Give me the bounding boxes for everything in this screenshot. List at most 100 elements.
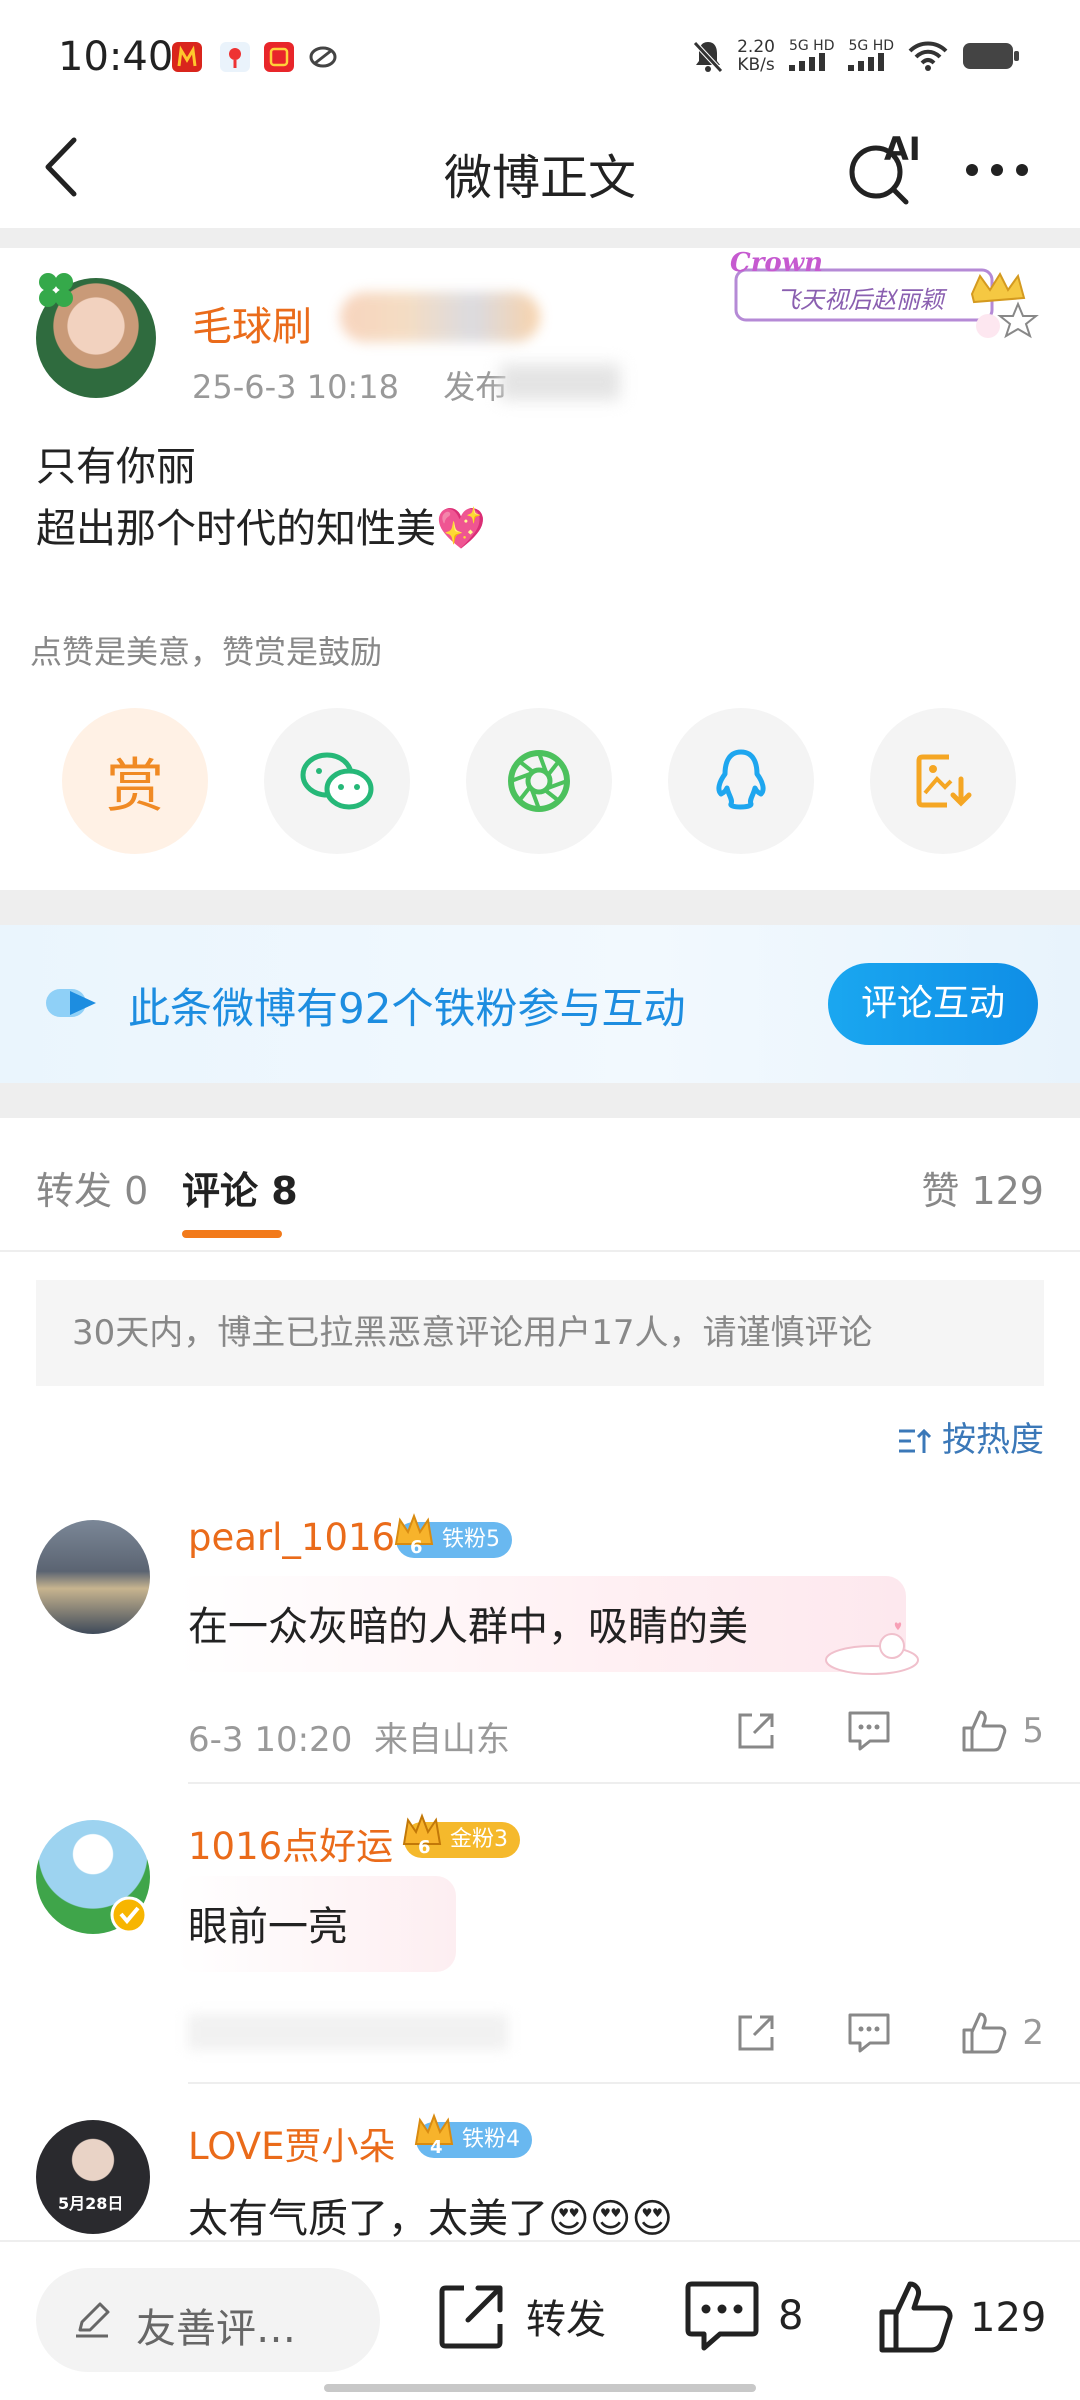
like-button[interactable]: 129 bbox=[876, 2278, 1046, 2358]
repost-icon[interactable] bbox=[734, 2011, 778, 2055]
comment-icon bbox=[685, 2281, 759, 2351]
blocked-users-notice: 30天内，博主已拉黑恶意评论用户17人，请谨慎评论 bbox=[36, 1280, 1044, 1386]
badge-level: 4 bbox=[430, 2137, 443, 2158]
clover-decoration-icon bbox=[39, 273, 73, 307]
separator bbox=[0, 890, 1080, 925]
comment-interact-button[interactable]: 评论互动 bbox=[828, 963, 1038, 1045]
blurred-meta-area bbox=[188, 2014, 508, 2050]
post-body: 只有你丽 超出那个时代的知性美💖 bbox=[36, 436, 486, 560]
fan-badge[interactable]: 4 铁粉4 bbox=[414, 2113, 532, 2158]
reply-icon[interactable] bbox=[846, 2011, 892, 2055]
separator bbox=[0, 228, 1080, 248]
save-image-icon bbox=[916, 754, 972, 808]
reward-hint: 点赞是美意，赞赏是鼓励 bbox=[30, 633, 383, 671]
wifi-icon bbox=[908, 41, 948, 71]
more-options-button[interactable] bbox=[962, 150, 1032, 190]
comment-divider bbox=[188, 1782, 1080, 1784]
sim1-label: 5G HD bbox=[788, 37, 835, 54]
like-icon[interactable] bbox=[960, 2010, 1008, 2056]
post-publish-prefix: 发布 bbox=[443, 368, 508, 406]
commenter-avatar[interactable]: 5月28日 bbox=[36, 2120, 150, 2234]
net-speed-unit: KB/s bbox=[737, 55, 775, 75]
status-time: 10:40 bbox=[58, 34, 174, 80]
like-count: 129 bbox=[970, 2295, 1047, 2341]
blurred-name-area bbox=[340, 292, 540, 342]
repost-icon[interactable] bbox=[734, 1709, 778, 1753]
repost-label: 转发 bbox=[526, 2297, 606, 2343]
network-speed: 2.20 KB/s bbox=[737, 38, 775, 74]
commenter-name[interactable]: LOVE贾小朵 bbox=[188, 2116, 395, 2170]
toggle-arrow-icon bbox=[46, 989, 96, 1017]
share-wechat-button[interactable] bbox=[264, 708, 410, 854]
browser-app-icon bbox=[308, 42, 338, 72]
status-bar: 10:40 2.20 KB/s 5G HD 5G HD bbox=[0, 0, 1080, 110]
signal-bars-icon bbox=[788, 52, 825, 71]
qq-icon bbox=[716, 749, 766, 810]
comment-button[interactable]: 8 bbox=[682, 2278, 803, 2354]
bottom-action-bar: 友善评… 转发 8 129 bbox=[0, 2240, 1080, 2400]
battery-icon bbox=[963, 43, 1019, 69]
moments-icon bbox=[508, 750, 570, 812]
commenter-name[interactable]: 1016点好运 bbox=[188, 1816, 393, 1870]
fan-badge[interactable]: 6 铁粉5 bbox=[394, 1513, 512, 1558]
comment-meta: 6-3 10:20 来自山东 bbox=[188, 1720, 510, 1760]
pen-icon bbox=[76, 2302, 110, 2338]
wechat-icon bbox=[300, 752, 374, 810]
separator bbox=[0, 1083, 1080, 1118]
reward-button[interactable]: 赏 bbox=[62, 708, 208, 854]
tab-repost[interactable]: 转发 0 bbox=[36, 1160, 148, 1215]
fan-crown-badge[interactable]: Crown 飞天视后赵丽颖 bbox=[712, 246, 1042, 346]
top-nav-bar: 微博正文 AI bbox=[0, 110, 1080, 228]
post-body-line: 只有你丽 bbox=[36, 444, 196, 490]
tab-likes[interactable]: 赞 129 bbox=[921, 1160, 1044, 1215]
fan-badge-label: 金粉3 bbox=[450, 1827, 508, 1852]
comment-text: 在一众灰暗的人群中，吸睛的美 bbox=[188, 1604, 748, 1650]
blurred-source-area bbox=[500, 364, 620, 400]
sort-label: 按热度 bbox=[942, 1420, 1044, 1460]
tab-comment[interactable]: 评论 8 bbox=[182, 1160, 298, 1215]
avatar-caption: 5月28日 bbox=[58, 2194, 124, 2213]
iron-fan-text: 此条微博有92个铁粉参与互动 bbox=[128, 984, 686, 1033]
net-speed-value: 2.20 bbox=[737, 37, 775, 57]
cat-decoration-icon bbox=[825, 1622, 919, 1675]
fan-badge-label: 铁粉5 bbox=[442, 1527, 500, 1552]
comment-placeholder: 友善评… bbox=[136, 2306, 296, 2352]
sort-by-hot-button[interactable]: 按热度 bbox=[897, 1412, 1044, 1461]
crown-logo-text: Crown bbox=[730, 248, 824, 278]
iron-fan-banner[interactable]: 此条微博有92个铁粉参与互动 评论互动 bbox=[0, 925, 1080, 1083]
share-moments-button[interactable] bbox=[466, 708, 612, 854]
comment-actions: 2 bbox=[734, 2010, 1044, 2056]
reply-icon[interactable] bbox=[846, 1709, 892, 1753]
author-name[interactable]: 毛球刷 bbox=[192, 294, 312, 352]
commenter-avatar[interactable] bbox=[36, 1520, 150, 1634]
post-body-line: 超出那个时代的知性美💖 bbox=[36, 506, 486, 552]
active-tab-indicator bbox=[182, 1230, 282, 1238]
share-qq-button[interactable] bbox=[668, 708, 814, 854]
signal-1: 5G HD bbox=[788, 37, 835, 74]
like-icon[interactable] bbox=[960, 1708, 1008, 1754]
commenter-name[interactable]: pearl_1016 bbox=[188, 1516, 395, 1559]
status-indicators: 2.20 KB/s 5G HD 5G HD bbox=[693, 38, 1020, 74]
sim2-label: 5G HD bbox=[848, 37, 894, 54]
sort-icon bbox=[899, 1428, 932, 1453]
comment-count: 8 bbox=[778, 2293, 804, 2339]
more-dots-icon bbox=[966, 164, 1028, 176]
signal-bars-icon bbox=[848, 52, 885, 71]
post-meta: 25-6-3 10:18 发布 bbox=[192, 362, 507, 408]
home-indicator[interactable] bbox=[324, 2384, 756, 2392]
save-image-button[interactable] bbox=[870, 708, 1016, 854]
comment-divider bbox=[188, 2082, 1080, 2084]
repost-icon bbox=[439, 2285, 503, 2349]
interaction-tabs: 转发 0 评论 8 赞 129 bbox=[0, 1118, 1080, 1252]
taobao-app-icon bbox=[264, 42, 294, 72]
like-icon bbox=[879, 2281, 953, 2353]
repost-button[interactable]: 转发 bbox=[434, 2278, 606, 2354]
fan-badge[interactable]: 6 金粉3 bbox=[402, 1813, 520, 1858]
ai-search-button[interactable]: AI bbox=[844, 122, 924, 212]
map-app-icon bbox=[220, 42, 250, 72]
badge-level: 6 bbox=[410, 1537, 423, 1558]
verified-badge-icon bbox=[110, 1896, 148, 1934]
comment-text: 眼前一亮 bbox=[188, 1904, 348, 1950]
comment-input[interactable]: 友善评… bbox=[36, 2268, 380, 2372]
fan-badge-label: 铁粉4 bbox=[462, 2127, 520, 2152]
